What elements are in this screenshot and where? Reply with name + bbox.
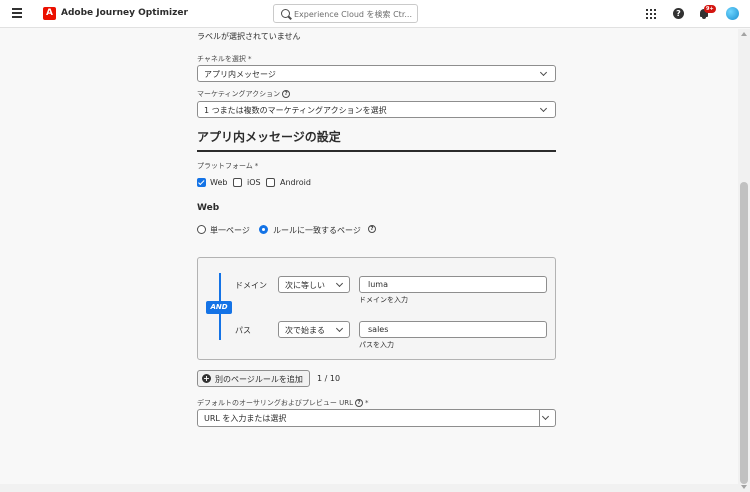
checkbox-android[interactable]: [266, 178, 275, 187]
radio-single-page[interactable]: [197, 225, 206, 234]
add-circle-icon: +: [202, 374, 211, 383]
avatar[interactable]: [726, 7, 739, 20]
top-bar: A Adobe Journey Optimizer Experience Clo…: [0, 0, 750, 28]
section-title: アプリ内メッセージの設定: [197, 130, 341, 144]
path-operator-value: 次で始まる: [285, 326, 325, 335]
marketing-action-value: 1 つまたは複数のマーケティングアクションを選択: [204, 106, 387, 115]
path-help-text: パスを入力: [359, 341, 394, 349]
chevron-down-icon[interactable]: [541, 412, 550, 421]
chevron-down-icon: [335, 324, 344, 333]
path-input-value: sales: [368, 325, 389, 334]
scroll-down-icon[interactable]: [741, 485, 747, 489]
search-placeholder: Experience Cloud を検索 Ctr...: [294, 10, 412, 19]
adobe-logo-icon: A: [43, 7, 56, 20]
notification-badge: 9+: [704, 5, 716, 13]
chevron-down-icon: [335, 279, 344, 288]
domain-help-text: ドメインを入力: [359, 296, 408, 304]
info-icon[interactable]: ?: [368, 225, 376, 233]
search-icon: [281, 9, 290, 18]
info-icon[interactable]: ?: [282, 90, 291, 98]
platform-label: プラットフォーム *: [197, 162, 259, 170]
path-operator-select[interactable]: 次で始まる: [278, 321, 350, 338]
scroll-thumb[interactable]: [740, 182, 748, 484]
checkbox-web[interactable]: [197, 178, 206, 187]
domain-operator-select[interactable]: 次に等しい: [278, 276, 350, 293]
default-url-combobox[interactable]: URL を入力または選択: [197, 409, 556, 427]
radio-single-page-label: 単一ページ: [210, 226, 250, 235]
add-page-rule-button[interactable]: + 別のページルールを追加: [197, 370, 310, 387]
section-divider: [197, 150, 556, 152]
combobox-divider: [539, 410, 540, 426]
no-labels-text: ラベルが選択されていません: [197, 32, 301, 41]
app-title[interactable]: Adobe Journey Optimizer: [61, 8, 188, 18]
checkbox-web-label: Web: [210, 178, 228, 187]
checkbox-ios-label: iOS: [247, 178, 261, 187]
rule-count: 1 / 10: [317, 374, 341, 383]
add-page-rule-label: 別のページルールを追加: [215, 375, 303, 384]
channel-select-value: アプリ内メッセージ: [204, 70, 276, 79]
channel-select[interactable]: アプリ内メッセージ: [197, 65, 556, 82]
path-input[interactable]: sales: [359, 321, 547, 338]
vertical-scrollbar[interactable]: [738, 29, 750, 492]
web-heading: Web: [197, 203, 220, 213]
domain-input[interactable]: luma: [359, 276, 547, 293]
default-url-label: デフォルトのオーサリングおよびプレビュー URL? *: [197, 399, 369, 407]
app-switcher-icon[interactable]: [646, 9, 656, 19]
checkbox-android-label: Android: [280, 178, 311, 187]
radio-matching-pages[interactable]: [259, 225, 268, 234]
marketing-action-select[interactable]: 1 つまたは複数のマーケティングアクションを選択: [197, 101, 556, 118]
chevron-down-icon: [539, 68, 548, 77]
checkbox-ios[interactable]: [233, 178, 242, 187]
search-input[interactable]: Experience Cloud を検索 Ctr...: [273, 4, 418, 23]
help-icon[interactable]: ?: [673, 8, 684, 19]
rule-field-domain: ドメイン: [235, 281, 267, 290]
info-icon[interactable]: ?: [354, 399, 363, 407]
marketing-action-label: マーケティングアクション?: [197, 89, 291, 99]
and-operator-badge[interactable]: AND: [206, 301, 232, 314]
channel-label: チャネルを選択 *: [197, 55, 252, 63]
hamburger-menu-icon[interactable]: [12, 8, 22, 18]
domain-input-value: luma: [368, 280, 388, 289]
radio-matching-pages-label: ルールに一致するページ: [273, 226, 361, 235]
domain-operator-value: 次に等しい: [285, 281, 325, 290]
chevron-down-icon: [539, 104, 548, 113]
default-url-placeholder: URL を入力または選択: [204, 414, 287, 423]
rule-field-path: パス: [235, 326, 251, 335]
scroll-up-icon[interactable]: [741, 32, 747, 36]
horizontal-scrollbar[interactable]: [0, 484, 738, 492]
